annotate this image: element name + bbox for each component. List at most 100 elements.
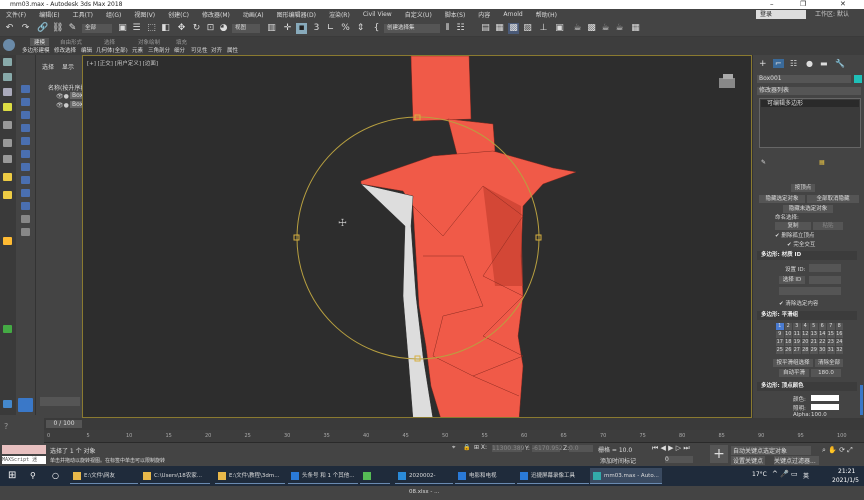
element-icon[interactable] — [21, 137, 30, 145]
ribbon-geometry-all[interactable]: 几何体(全部) — [96, 46, 128, 54]
named-selection-set-dropdown[interactable]: 创建选择集 — [384, 24, 440, 33]
time-slider[interactable]: 0 / 100 — [44, 418, 864, 430]
tray-icons[interactable]: ^ 🎤 ▭ — [772, 470, 798, 478]
select-id-spinner[interactable] — [809, 276, 841, 284]
abs-mode-icon[interactable]: ⊞ X: — [474, 444, 487, 451]
help-icon[interactable]: ? — [4, 422, 8, 431]
ribbon-visibility[interactable]: 可见性 — [191, 46, 208, 54]
keyboard-shortcut-icon[interactable]: ▪ — [296, 23, 307, 34]
ribbon-tab-modeling[interactable]: 建模 — [30, 38, 50, 46]
menu-item[interactable]: 编辑(E) — [39, 10, 59, 19]
menu-item[interactable]: 自定义(U) — [405, 10, 432, 19]
select-id-button[interactable]: 选择 ID — [779, 276, 805, 284]
selection-filter-dropdown[interactable]: 全部 — [82, 24, 112, 33]
pivot-icon[interactable]: ▥ — [266, 23, 277, 34]
viewport-nav-icons[interactable]: ⌕ ✋ ⟳ ⤢ — [822, 446, 853, 455]
manipulate-icon[interactable]: ✛ — [282, 23, 293, 34]
menu-item[interactable]: 工具(T) — [73, 10, 93, 19]
smoothing-group-button[interactable]: 30 — [818, 347, 826, 354]
taskbar-item[interactable]: E:\文件\教程\3dm... — [215, 468, 285, 484]
smoothing-group-button[interactable]: 22 — [818, 339, 826, 346]
rollout-material-id[interactable]: 多边形: 材质 ID — [757, 251, 857, 260]
smoothing-group-button[interactable]: 12 — [801, 331, 809, 338]
rotate-icon[interactable]: ↻ — [191, 23, 202, 34]
rect-selection-icon[interactable]: ⬚ — [146, 23, 157, 34]
paste-button[interactable]: 粘贴 — [813, 222, 843, 230]
clock-time[interactable]: 21:21 — [838, 468, 855, 475]
z-coord[interactable]: 0.0 — [569, 445, 593, 452]
workspace-selector[interactable]: 工作区: 默认 — [815, 10, 849, 19]
tool-icon[interactable] — [3, 400, 12, 408]
restore-button[interactable]: ❐ — [800, 0, 806, 9]
taskbar-item[interactable]: C:\Users\18农家... — [140, 468, 210, 484]
lock-icon[interactable]: 🔒 — [463, 444, 470, 451]
menu-item[interactable]: 内容 — [478, 10, 490, 19]
select-tool-icon[interactable] — [21, 228, 30, 236]
link-icon[interactable]: 🔗 — [37, 23, 48, 34]
render-iterative-icon[interactable]: ☕ — [614, 23, 625, 34]
viewport[interactable]: [+] [正交] [用户定义] [边面] ☩ — [82, 55, 752, 418]
object-name-field[interactable]: Box001 — [757, 75, 851, 83]
layer-explorer-icon[interactable]: ▤ — [480, 23, 491, 34]
ribbon-properties[interactable]: 属性 — [227, 46, 238, 54]
smoothing-group-button[interactable]: 16 — [835, 331, 843, 338]
illum-color-swatch[interactable] — [811, 404, 839, 410]
bind-spacewarp-icon[interactable]: ✎ — [67, 23, 78, 34]
modifier-list-dropdown[interactable]: 修改器列表 — [757, 87, 861, 95]
ribbon-subdivision[interactable]: 细分 — [174, 46, 185, 54]
ribbon-align[interactable]: 对齐 — [211, 46, 222, 54]
clear-selection-checkbox[interactable]: ✔ 清除选定内容 — [779, 299, 818, 307]
explorer-tab-select[interactable]: 选择 — [42, 62, 54, 71]
tool-icon[interactable] — [3, 139, 12, 147]
placement-icon[interactable]: ◕ — [218, 23, 229, 34]
mirror-icon[interactable]: ⫴ — [442, 23, 453, 34]
ribbon-elements[interactable]: 元素 — [132, 46, 143, 54]
edit-named-sel-icon[interactable]: { — [371, 23, 382, 34]
edge-icon[interactable] — [21, 98, 30, 106]
y-coord[interactable]: -6170.952 — [532, 445, 563, 452]
search-icon[interactable]: ⚲ — [30, 471, 36, 480]
visibility-icon[interactable]: 👁● — [56, 102, 69, 109]
layer-icon[interactable] — [3, 73, 12, 81]
ribbon-modify-selection[interactable]: 修改选择 — [54, 46, 76, 54]
taskbar-item[interactable]: E:\文件\网友 — [70, 468, 138, 484]
taskbar-item[interactable]: 头条号 和 1 个其他... — [288, 468, 358, 484]
tool-icon[interactable] — [3, 121, 12, 129]
close-button[interactable]: ✕ — [840, 0, 846, 9]
stack-item-editable-poly[interactable]: 可编辑多边形 — [761, 100, 859, 107]
time-slider-thumb[interactable]: 0 / 100 — [46, 420, 82, 428]
task-view-icon[interactable]: ○ — [52, 471, 59, 480]
hide-unselected-button[interactable]: 隐藏未选定对象 — [783, 205, 833, 213]
configure-sets-icon[interactable]: ▦ — [819, 159, 825, 166]
select-by-sg-button[interactable]: 按平滑组选择 — [773, 359, 813, 367]
smoothing-group-button[interactable]: 5 — [810, 323, 818, 330]
taskbar-item[interactable]: 迅捷屏幕录像工具 — [517, 468, 589, 484]
smoothing-group-button[interactable]: 32 — [835, 347, 843, 354]
smoothing-group-button[interactable]: 1 — [776, 323, 784, 330]
smoothing-group-button[interactable]: 26 — [784, 347, 792, 354]
maxscript-input[interactable]: MAXScript 迷 — [2, 456, 46, 464]
scene-explorer-icon[interactable] — [3, 58, 12, 66]
ime-indicator[interactable]: 英 — [803, 471, 809, 480]
select-tool-icon[interactable] — [21, 215, 30, 223]
ribbon-tab-selection[interactable]: 选择 — [104, 38, 115, 46]
rollout-smoothing-groups[interactable]: 多边形: 平滑组 — [757, 311, 857, 320]
smoothing-group-button[interactable]: 20 — [801, 339, 809, 346]
angle-snap-icon[interactable]: ∟ — [325, 23, 336, 34]
menu-item[interactable]: 图形编辑器(D) — [277, 10, 316, 19]
material-name-dropdown[interactable] — [779, 287, 841, 295]
light-icon[interactable] — [3, 103, 12, 111]
gizmo-handle[interactable] — [293, 234, 300, 241]
clock-date[interactable]: 2021/1/5 — [832, 477, 859, 484]
render-setup-icon[interactable]: ▣ — [554, 23, 565, 34]
unhide-all-button[interactable]: 全部取消隐藏 — [807, 195, 859, 203]
smoothing-group-button[interactable]: 25 — [776, 347, 784, 354]
menu-item[interactable]: 渲染(R) — [329, 10, 350, 19]
select-tool-icon[interactable] — [21, 202, 30, 210]
auto-smooth-button[interactable]: 自动平滑 — [779, 369, 809, 377]
smoothing-group-button[interactable]: 27 — [793, 347, 801, 354]
ribbon-tab-populate[interactable]: 填充 — [176, 38, 187, 46]
hierarchy-tab-icon[interactable]: ☷ — [790, 59, 797, 68]
taskbar-item[interactable] — [360, 468, 390, 484]
hide-selected-button[interactable]: 隐藏选定对象 — [759, 195, 805, 203]
